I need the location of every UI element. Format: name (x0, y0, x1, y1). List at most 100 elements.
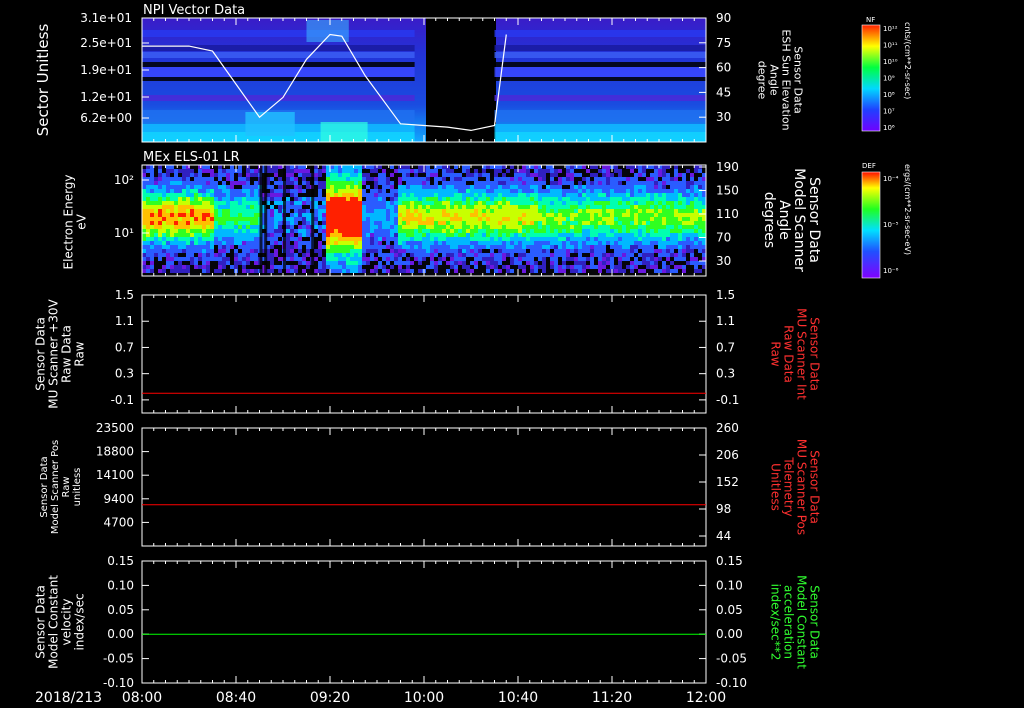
els-cell (622, 177, 626, 181)
els-cell (630, 269, 634, 273)
els-cell (418, 217, 422, 221)
els-cell (390, 181, 394, 185)
els-cell (214, 241, 218, 245)
els-cell (506, 253, 510, 257)
els-cell (250, 193, 254, 197)
els-cell (690, 205, 694, 209)
els-cell (454, 209, 458, 213)
els-cell (602, 165, 606, 169)
els-cell (338, 233, 342, 237)
els-cell (674, 185, 678, 189)
els-cell (174, 269, 178, 273)
npi-enhancement (320, 122, 368, 142)
els-cell (210, 213, 214, 217)
els-cell (298, 225, 302, 229)
els-cell (638, 217, 642, 221)
els-cell (362, 245, 366, 249)
els-cell (618, 261, 622, 265)
els-cell (510, 209, 514, 213)
els-cell (626, 177, 630, 181)
els-cell (650, 197, 654, 201)
els-cell (398, 257, 402, 261)
els-cell (166, 193, 170, 197)
els-cell (582, 189, 586, 193)
els-cell (626, 197, 630, 201)
els-cell (234, 229, 238, 233)
els-cell (354, 201, 358, 205)
els-cell (234, 225, 238, 229)
els-cell (606, 221, 610, 225)
els-cell (178, 237, 182, 241)
els-cell (290, 205, 294, 209)
els-cell (506, 265, 510, 269)
els-cell (662, 169, 666, 173)
els-cell (382, 265, 386, 269)
els-cell (646, 217, 650, 221)
els-cell (358, 181, 362, 185)
els-cell (682, 197, 686, 201)
colorbar-nf-tick: 10⁷ (883, 108, 895, 116)
els-cell (158, 173, 162, 177)
els-cell (202, 189, 206, 193)
els-cell (650, 185, 654, 189)
els-cell (306, 173, 310, 177)
els-cell (246, 217, 250, 221)
els-cell (210, 249, 214, 253)
els-cell (146, 189, 150, 193)
els-cell (430, 201, 434, 205)
els-cell (526, 217, 530, 221)
els-cell (290, 181, 294, 185)
els-cell (618, 221, 622, 225)
els-cell (150, 257, 154, 261)
els-cell (702, 205, 706, 209)
els-cell (606, 173, 610, 177)
els-cell (214, 189, 218, 193)
els-cell (222, 205, 226, 209)
els-cell (626, 229, 630, 233)
els-cell (578, 265, 582, 269)
els-cell (590, 237, 594, 241)
els-cell (166, 181, 170, 185)
els-cell (442, 229, 446, 233)
npi-y2-tick-label: 30 (716, 110, 731, 124)
els-cell (366, 213, 370, 217)
els-cell (370, 189, 374, 193)
els-cell (382, 169, 386, 173)
els-cell (610, 177, 614, 181)
els-cell (494, 181, 498, 185)
els-cell (698, 193, 702, 197)
els-cell (526, 225, 530, 229)
els-cell (602, 265, 606, 269)
els-cell (394, 241, 398, 245)
els-cell (634, 181, 638, 185)
els-cell (254, 249, 258, 253)
els-cell (470, 241, 474, 245)
els-cell (378, 201, 382, 205)
els-cell (694, 213, 698, 217)
els-cell (166, 165, 170, 169)
els-cell (206, 201, 210, 205)
els-cell (438, 189, 442, 193)
els-cell (582, 205, 586, 209)
els-cell (442, 257, 446, 261)
els-cell (318, 209, 322, 213)
els-cell (418, 177, 422, 181)
els-cell (578, 229, 582, 233)
npi-band (142, 52, 415, 58)
els-cell (226, 201, 230, 205)
els-cell (142, 233, 146, 237)
els-cell (246, 181, 250, 185)
els-cell (486, 165, 490, 169)
els-cell (502, 249, 506, 253)
els-cell (174, 237, 178, 241)
els-cell (354, 229, 358, 233)
els-cell (374, 185, 378, 189)
els-cell (178, 181, 182, 185)
els-cell (142, 201, 146, 205)
els-cell (186, 217, 190, 221)
els-cell (146, 233, 150, 237)
els-cell (158, 253, 162, 257)
els-cell (362, 233, 366, 237)
els-cell (602, 225, 606, 229)
els-cell (546, 193, 550, 197)
